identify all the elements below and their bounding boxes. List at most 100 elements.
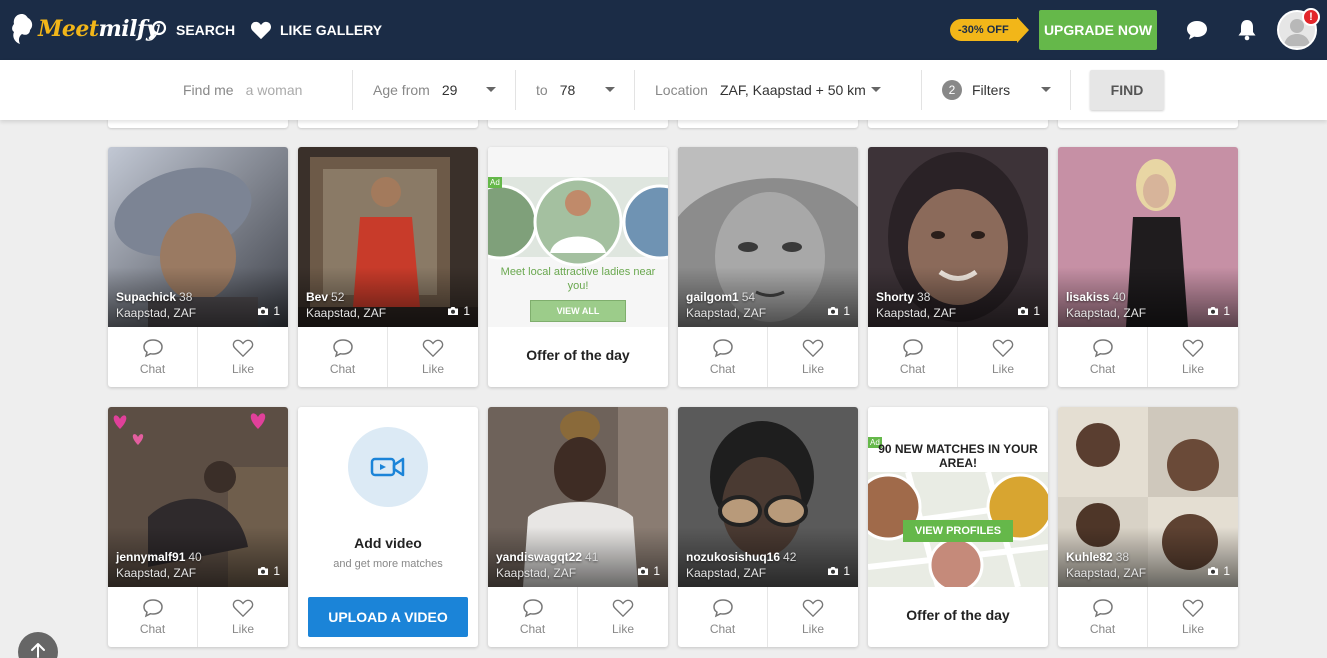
filters-select[interactable]: 2 Filters (942, 70, 1052, 110)
chat-icon (712, 599, 733, 618)
like-button[interactable]: Like (198, 587, 288, 647)
photo-count-value: 1 (273, 304, 280, 318)
profile-username: Kuhle82 (1066, 550, 1113, 564)
profile-card: Kuhle82 38 Kaapstad, ZAF 1 Chat Like (1058, 407, 1238, 647)
profile-age: 42 (783, 550, 797, 564)
camera-icon (828, 307, 839, 315)
upload-video-button[interactable]: UPLOAD A VIDEO (308, 597, 468, 637)
heart-icon (612, 599, 634, 618)
profile-name: Supachick 38 (116, 290, 192, 304)
profile-card: Supachick 38 Kaapstad, ZAF 1 Chat Like (108, 147, 288, 387)
profile-photo[interactable]: Kuhle82 38 Kaapstad, ZAF 1 (1058, 407, 1238, 587)
photo-count: 1 (637, 564, 660, 578)
like-button[interactable]: Like (768, 327, 858, 387)
nav-search[interactable]: SEARCH (148, 18, 235, 42)
profile-photo[interactable]: lisakiss 40 Kaapstad, ZAF 1 (1058, 147, 1238, 327)
profile-username: Shorty (876, 290, 915, 304)
profile-photo[interactable]: jennymalf91 40 Kaapstad, ZAF 1 (108, 407, 288, 587)
chat-button[interactable]: Chat (1058, 587, 1148, 647)
profile-name: gailgom1 54 (686, 290, 755, 304)
location-select[interactable]: Location ZAF, Kaapstad + 50 km (655, 70, 883, 110)
age-to-select[interactable]: to 78 (536, 70, 616, 110)
top-navbar: Meetmilfy SEARCH LIKE GALLERY -30% OFF U… (0, 0, 1327, 60)
profile-name: jennymalf91 40 (116, 550, 202, 564)
profile-photo[interactable]: Shorty 38 Kaapstad, ZAF 1 (868, 147, 1048, 327)
notification-badge: ! (1302, 8, 1320, 26)
like-label: Like (231, 362, 254, 376)
ad-text: Meet local attractive ladies near you! (500, 266, 656, 292)
chat-button[interactable]: Chat (108, 587, 198, 647)
like-label: Like (801, 362, 824, 376)
profile-photo[interactable]: Supachick 38 Kaapstad, ZAF 1 (108, 147, 288, 327)
chat-button[interactable]: Chat (298, 327, 388, 387)
nav-like-gallery[interactable]: LIKE GALLERY (250, 18, 382, 42)
like-button[interactable]: Like (1148, 587, 1238, 647)
heart-icon (992, 339, 1014, 358)
chat-icon (1187, 21, 1207, 40)
photo-count-value: 1 (653, 564, 660, 578)
profile-photo[interactable]: yandiswagqt22 41 Kaapstad, ZAF 1 (488, 407, 668, 587)
chat-button[interactable]: Chat (868, 327, 958, 387)
add-video-title: Add video (354, 535, 422, 551)
profile-name: Bev 52 (306, 290, 344, 304)
camera-icon (1208, 307, 1219, 315)
filters-label: Filters (972, 82, 1011, 98)
camera-icon (828, 567, 839, 575)
chat-icon (902, 339, 923, 358)
photo-count-value: 1 (1223, 304, 1230, 318)
like-button[interactable]: Like (768, 587, 858, 647)
location-label: Location (655, 82, 708, 98)
logo[interactable]: Meetmilfy (8, 8, 159, 50)
chat-button[interactable]: Chat (488, 587, 578, 647)
age-from-select[interactable]: Age from 29 (373, 70, 498, 110)
card-actions: Chat Like (868, 327, 1048, 387)
like-button[interactable]: Like (388, 327, 478, 387)
like-button[interactable]: Like (198, 327, 288, 387)
view-profiles-button[interactable]: VIEW PROFILES (903, 520, 1013, 542)
chat-button[interactable]: Chat (1058, 327, 1148, 387)
like-label: Like (1181, 362, 1204, 376)
profile-location: Kaapstad, ZAF (116, 306, 197, 320)
scroll-to-top-button[interactable] (18, 632, 58, 658)
chat-icon (142, 599, 163, 618)
filter-count-badge: 2 (942, 80, 962, 100)
photo-count-value: 1 (463, 304, 470, 318)
view-all-button[interactable]: VIEW ALL (530, 300, 626, 322)
chat-icon (142, 339, 163, 358)
like-button[interactable]: Like (958, 327, 1048, 387)
like-button[interactable]: Like (1148, 327, 1238, 387)
photo-count: 1 (257, 304, 280, 318)
find-me-select[interactable]: Find me a woman (183, 70, 302, 110)
heart-icon (1182, 339, 1204, 358)
chat-button[interactable]: Chat (108, 327, 198, 387)
find-button[interactable]: FIND (1090, 70, 1164, 110)
age-to-value: 78 (559, 82, 576, 98)
offer-card[interactable]: Ad 90 NEW MATCHES IN YOUR AREA! VIEW PRO… (868, 407, 1048, 647)
nav-like-gallery-label: LIKE GALLERY (280, 22, 383, 38)
chat-label: Chat (1089, 362, 1116, 376)
find-me-label: Find me (183, 82, 234, 98)
profile-age: 38 (1115, 550, 1130, 564)
profile-name: yandiswagqt22 41 (496, 550, 598, 564)
like-button[interactable]: Like (578, 587, 668, 647)
messages-button[interactable] (1183, 16, 1211, 44)
like-label: Like (801, 622, 824, 636)
upgrade-now-button[interactable]: UPGRADE NOW (1039, 10, 1157, 50)
offer-title: Offer of the day (906, 607, 1010, 623)
offer-card[interactable]: Ad Meet local attractive ladies near you… (488, 147, 668, 387)
profile-photo[interactable]: nozukosishuq16 42 Kaapstad, ZAF 1 (678, 407, 858, 587)
chat-label: Chat (709, 362, 736, 376)
logo-silhouette-icon (12, 14, 33, 44)
profile-card: nozukosishuq16 42 Kaapstad, ZAF 1 Chat Li… (678, 407, 858, 647)
profile-location: Kaapstad, ZAF (116, 566, 197, 580)
chat-button[interactable]: Chat (678, 587, 768, 647)
camera-icon (258, 567, 269, 575)
divider (921, 70, 922, 110)
profile-photo[interactable]: gailgom1 54 Kaapstad, ZAF 1 (678, 147, 858, 327)
chat-button[interactable]: Chat (678, 327, 768, 387)
notifications-button[interactable] (1233, 16, 1261, 44)
age-from-label: Age from (373, 82, 430, 98)
video-camera-icon (370, 457, 405, 477)
profile-photo[interactable]: Bev 52 Kaapstad, ZAF 1 (298, 147, 478, 327)
brand-name-first: Meet (38, 16, 99, 42)
